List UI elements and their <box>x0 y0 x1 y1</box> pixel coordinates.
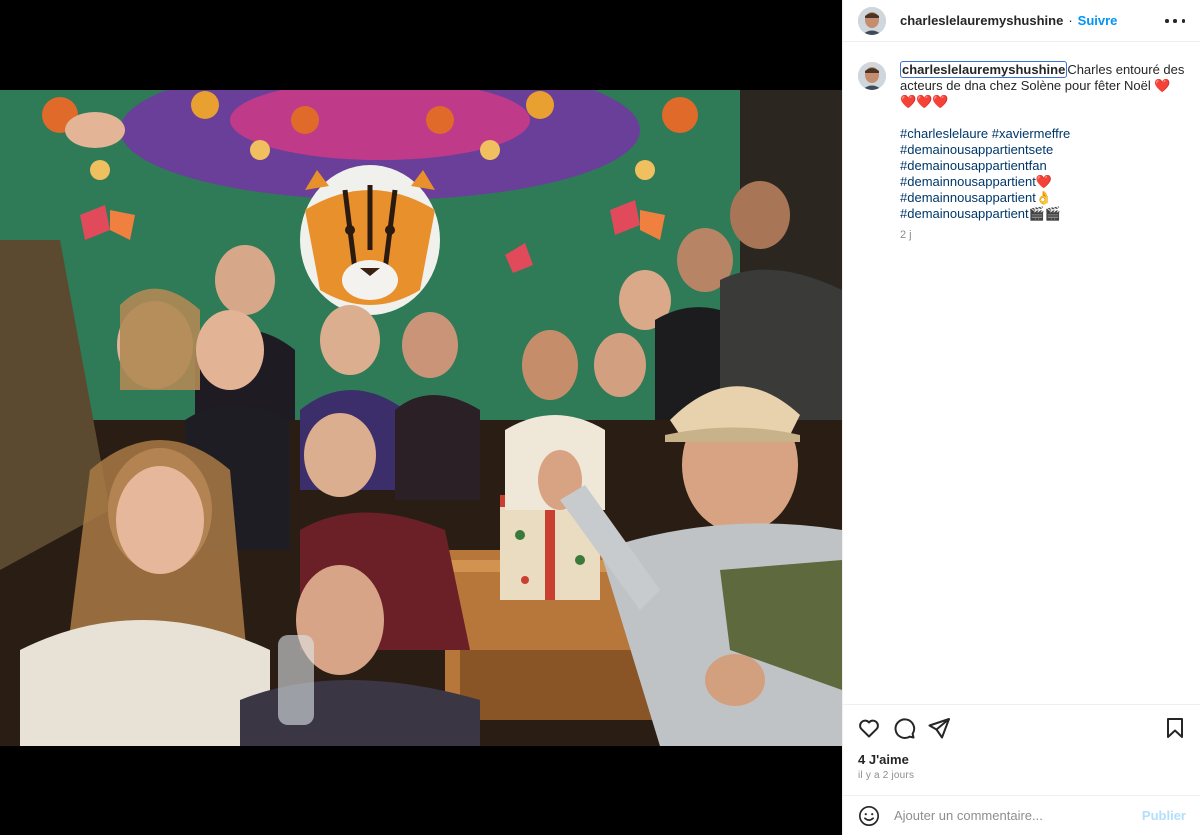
hashtag-link[interactable]: #demainousappartient🎬🎬 <box>900 206 1185 222</box>
hashtag-link[interactable]: #demainousappartientfan <box>900 158 1185 174</box>
post-header: charleslelauremyshushine · Suivre <box>843 0 1200 42</box>
post-photo[interactable] <box>0 90 842 746</box>
hashtag-link[interactable]: #charleslelaure #xaviermeffre <box>900 126 1185 142</box>
caption-text: charleslelauremyshushine Charles entouré … <box>900 61 1185 110</box>
group-selfie-photo <box>0 90 842 746</box>
hashtag-list: #charleslelaure #xaviermeffre #demainous… <box>900 126 1185 222</box>
author-avatar[interactable] <box>858 6 886 35</box>
paper-plane-icon[interactable] <box>927 716 951 740</box>
follow-button[interactable]: Suivre <box>1078 13 1118 28</box>
author-username[interactable]: charleslelauremyshushine <box>900 13 1063 28</box>
emoji-smiley-icon[interactable] <box>858 805 880 827</box>
action-bar <box>843 704 1200 748</box>
caption-timestamp: 2 j <box>900 229 912 241</box>
header-separator: · <box>1068 13 1073 28</box>
add-comment-bar: Publier <box>843 795 1200 835</box>
caption-username[interactable]: charleslelauremyshushine <box>900 61 1068 78</box>
hashtag-link[interactable]: #demainousappartientsete <box>900 142 1185 158</box>
avatar-image <box>858 62 886 90</box>
bookmark-icon[interactable] <box>1163 716 1187 740</box>
avatar-image <box>858 6 886 35</box>
comment-input[interactable] <box>894 808 1134 823</box>
caption-body: charleslelauremyshushine Charles entouré … <box>900 61 1185 241</box>
comment-bubble-icon[interactable] <box>892 716 916 740</box>
heart-icon[interactable] <box>857 716 881 740</box>
post-side-panel: charleslelauremyshushine · Suivre charle… <box>842 0 1200 835</box>
post-media <box>0 0 842 835</box>
comments-section: charleslelauremyshushine Charles entouré … <box>843 42 1200 702</box>
more-options-icon[interactable] <box>1165 13 1185 29</box>
likes-count[interactable]: 4 J'aime <box>858 752 909 767</box>
publish-button[interactable]: Publier <box>1142 808 1186 823</box>
post-date: il y a 2 jours <box>858 770 915 781</box>
caption-avatar[interactable] <box>858 62 886 90</box>
hashtag-link[interactable]: #demainnousappartient❤️ <box>900 174 1185 190</box>
hashtag-link[interactable]: #demainnousappartient👌 <box>900 190 1185 206</box>
caption-row: charleslelauremyshushine Charles entouré … <box>858 61 1186 241</box>
